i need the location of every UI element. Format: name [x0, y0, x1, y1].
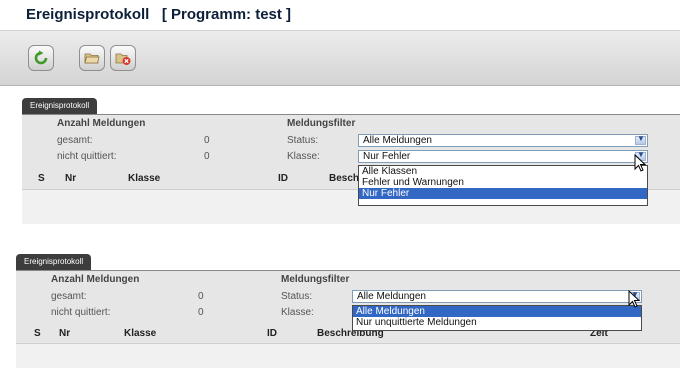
status-options-list[interactable]: Alle Meldungen Nur unquittierte Meldunge… — [352, 305, 642, 331]
total-value: 0 — [198, 291, 204, 302]
total-value: 0 — [204, 135, 210, 146]
class-label: Klasse: — [287, 151, 320, 162]
class-option-errors-warnings[interactable]: Fehler und Warnungen — [359, 177, 647, 188]
class-label: Klasse: — [281, 307, 314, 318]
column-header-description[interactable]: Besch — [329, 173, 359, 184]
class-select[interactable]: Nur Fehler ▼ — [358, 150, 648, 163]
column-header-id[interactable]: ID — [278, 173, 288, 184]
total-label: gesamt: — [51, 291, 87, 302]
delete-button[interactable] — [110, 45, 136, 71]
status-option-all[interactable]: Alle Meldungen — [353, 306, 641, 317]
event-table — [16, 343, 680, 368]
class-select-value: Nur Fehler — [363, 151, 411, 162]
status-select[interactable]: Alle Meldungen ▼ — [358, 134, 648, 147]
unack-label: nicht quittiert: — [57, 151, 117, 162]
unack-label: nicht quittiert: — [51, 307, 111, 318]
column-header-nr[interactable]: Nr — [65, 173, 76, 184]
status-label: Status: — [287, 135, 319, 146]
refresh-icon — [34, 50, 48, 65]
refresh-button[interactable] — [28, 45, 54, 71]
status-select[interactable]: Alle Meldungen ▼ — [352, 290, 642, 303]
unack-value: 0 — [204, 151, 210, 162]
mouse-cursor-icon — [634, 154, 646, 172]
tab-event-log[interactable]: Ereignisprotokoll — [16, 254, 92, 270]
toolbar — [0, 31, 680, 86]
filter-heading: Meldungsfilter — [287, 118, 356, 129]
count-heading: Anzahl Meldungen — [51, 274, 140, 285]
mouse-cursor-icon — [628, 290, 640, 308]
status-option-unacknowledged[interactable]: Nur unquittierte Meldungen — [353, 317, 641, 328]
column-header-status[interactable]: S — [38, 173, 45, 184]
title-bar: Ereignisprotokoll [ Programm: test ] — [0, 0, 680, 31]
column-header-status[interactable]: S — [34, 328, 41, 339]
filter-heading: Meldungsfilter — [281, 274, 350, 285]
tab-event-log[interactable]: Ereignisprotokoll — [22, 98, 98, 114]
class-options-list[interactable]: Alle Klassen Fehler und Warnungen Nur Fe… — [358, 165, 648, 206]
class-option-all[interactable]: Alle Klassen — [359, 166, 647, 177]
column-header-class[interactable]: Klasse — [128, 173, 160, 184]
column-header-nr[interactable]: Nr — [59, 328, 70, 339]
window-title: Ereignisprotokoll [ Programm: test ] — [26, 6, 292, 23]
count-heading: Anzahl Meldungen — [57, 118, 146, 129]
status-select-value: Alle Meldungen — [363, 135, 432, 146]
status-select-value: Alle Meldungen — [357, 291, 426, 302]
folder-icon — [84, 53, 100, 64]
unack-value: 0 — [198, 307, 204, 318]
column-header-class[interactable]: Klasse — [124, 328, 156, 339]
chevron-down-icon: ▼ — [637, 134, 645, 143]
total-label: gesamt: — [57, 135, 93, 146]
open-folder-button[interactable] — [79, 45, 105, 71]
column-header-id[interactable]: ID — [267, 328, 277, 339]
class-option-errors-only[interactable]: Nur Fehler — [359, 188, 647, 199]
status-select-arrow[interactable]: ▼ — [635, 134, 646, 145]
status-label: Status: — [281, 291, 313, 302]
delete-icon — [115, 53, 131, 65]
